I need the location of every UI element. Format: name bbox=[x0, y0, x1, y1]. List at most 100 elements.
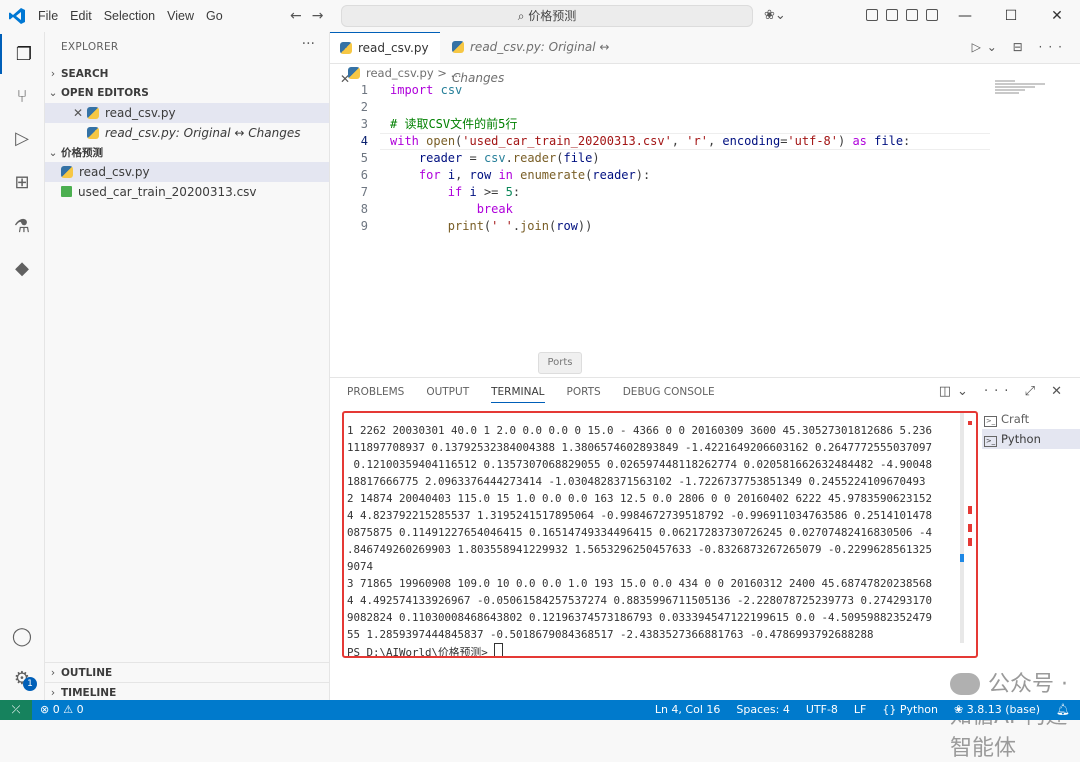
source-control-icon[interactable]: ⑂ bbox=[0, 76, 44, 116]
terminal-item-python[interactable]: >_ Python bbox=[982, 429, 1080, 449]
tab-debug-console[interactable]: DEBUG CONSOLE bbox=[623, 386, 715, 403]
open-editors-header[interactable]: ⌄ OPEN EDITORS bbox=[45, 83, 329, 103]
minimize-button[interactable]: — bbox=[942, 0, 988, 32]
settings-gear-icon[interactable]: ⚙ bbox=[0, 658, 44, 698]
status-left: ⤫ ⊗ 0 ⚠ 0 bbox=[0, 700, 92, 720]
line-number: 4 bbox=[360, 134, 368, 148]
code-line: 1 import csv bbox=[330, 82, 990, 99]
testing-icon[interactable]: ⚗ bbox=[0, 206, 44, 246]
code-line: 3 # 读取CSV文件的前5行 bbox=[330, 116, 990, 133]
chevron-down-icon: ⌄ bbox=[48, 87, 58, 99]
search-section-header[interactable]: › SEARCH bbox=[45, 64, 329, 84]
line-number: 7 bbox=[360, 185, 368, 199]
explorer-icon[interactable]: ❐ bbox=[0, 34, 46, 74]
remote-icon[interactable]: ◆ bbox=[0, 248, 44, 288]
run-debug-icon[interactable]: ▷ bbox=[0, 118, 44, 158]
python-file-icon bbox=[348, 67, 360, 79]
extensions-icon[interactable]: ⊞ bbox=[0, 162, 44, 202]
notifications-bell-icon[interactable]: 🔔︎ bbox=[1056, 700, 1070, 720]
terminal-scrollbar[interactable] bbox=[960, 413, 964, 643]
minimap[interactable] bbox=[995, 80, 1055, 110]
language-mode[interactable]: {} Python bbox=[882, 700, 938, 720]
menu-selection[interactable]: Selection bbox=[98, 9, 161, 23]
folder-header[interactable]: ⌄ 价格预测 bbox=[45, 143, 329, 163]
tab-ports[interactable]: PORTS bbox=[567, 386, 601, 403]
highlight-box bbox=[342, 411, 978, 658]
menu-view[interactable]: View bbox=[161, 9, 200, 23]
tab-diff[interactable]: read_csv.py: Original ↔ Changes bbox=[442, 32, 642, 85]
terminal-item-label: Python bbox=[1001, 432, 1041, 446]
editor-actions[interactable]: ▷⌄ ⊟ ··· bbox=[972, 40, 1068, 54]
outline-header[interactable]: › OUTLINE bbox=[45, 662, 329, 683]
python-interpreter[interactable]: ❀ 3.8.13 (base) bbox=[954, 700, 1040, 720]
code-line: 5 reader = csv.reader(file) bbox=[330, 150, 990, 167]
panel-actions[interactable]: ◫⌄ ··· ⤢ ✕ bbox=[939, 384, 1068, 399]
panel-tabs: PROBLEMS OUTPUT TERMINAL PORTS DEBUG CON… bbox=[347, 386, 715, 403]
code-line: 2 bbox=[330, 99, 990, 116]
tab-read-csv[interactable]: read_csv.py ✕ bbox=[330, 32, 440, 86]
command-center-search[interactable]: ⌕ 价格预测 bbox=[341, 5, 753, 27]
remote-indicator-icon[interactable]: ⤫ bbox=[0, 700, 32, 720]
line-text: import csv bbox=[390, 83, 463, 97]
code-line: 6 for i, row in enumerate(reader): bbox=[330, 167, 990, 184]
info-marker bbox=[960, 554, 964, 562]
menu-go[interactable]: Go bbox=[200, 9, 229, 23]
python-file-icon bbox=[340, 42, 352, 54]
toggle-sidebar-icon[interactable] bbox=[886, 9, 898, 21]
line-ending[interactable]: LF bbox=[854, 700, 866, 720]
indentation[interactable]: Spaces: 4 bbox=[736, 700, 789, 720]
line-text: with open('used_car_train_20200313.csv',… bbox=[390, 134, 911, 148]
open-editor-item[interactable]: ✕ read_csv.py bbox=[45, 103, 329, 123]
menu-bar: File Edit Selection View Go bbox=[32, 0, 229, 32]
encoding[interactable]: UTF-8 bbox=[806, 700, 838, 720]
close-window-button[interactable]: ✕ bbox=[1034, 0, 1080, 32]
close-icon[interactable]: ✕ bbox=[45, 103, 83, 123]
chevron-right-icon: › bbox=[50, 667, 56, 679]
open-editor-label: read_csv.py: Original ↔ Changes bbox=[105, 126, 301, 140]
python-file-icon bbox=[87, 127, 99, 139]
tab-output[interactable]: OUTPUT bbox=[426, 386, 469, 403]
error-marker bbox=[968, 524, 972, 532]
error-marker bbox=[968, 506, 972, 514]
breadcrumb[interactable]: read_csv.py > ... bbox=[348, 66, 462, 80]
layout-toggle-icon[interactable] bbox=[866, 9, 878, 21]
copilot-icon[interactable]: ❀⌄ bbox=[764, 8, 786, 23]
account-icon[interactable]: ◯ bbox=[0, 616, 44, 656]
status-bar: ⤫ ⊗ 0 ⚠ 0 Ln 4, Col 16 Spaces: 4 UTF-8 L… bbox=[0, 700, 1080, 720]
section-label: SEARCH bbox=[61, 68, 109, 80]
line-number: 3 bbox=[360, 117, 368, 131]
terminal-item-craft[interactable]: >_ Craft bbox=[982, 409, 1080, 429]
toggle-panel-icon[interactable] bbox=[906, 9, 918, 21]
window-controls: — ☐ ✕ bbox=[942, 0, 1080, 32]
file-item[interactable]: read_csv.py bbox=[45, 162, 329, 182]
chevron-down-icon: ⌄ bbox=[48, 147, 58, 159]
maximize-button[interactable]: ☐ bbox=[988, 0, 1034, 32]
cursor-position[interactable]: Ln 4, Col 16 bbox=[655, 700, 721, 720]
line-number: 6 bbox=[360, 168, 368, 182]
line-number: 9 bbox=[360, 219, 368, 233]
problems-count[interactable]: ⊗ 0 ⚠ 0 bbox=[32, 700, 92, 720]
file-item[interactable]: used_car_train_20200313.csv bbox=[45, 182, 329, 202]
line-text: break bbox=[476, 202, 513, 216]
file-label: used_car_train_20200313.csv bbox=[78, 185, 257, 199]
editor-tabs: read_csv.py ✕ read_csv.py: Original ↔ Ch… bbox=[330, 32, 1080, 86]
title-bar: File Edit Selection View Go ←→ ⌕ 价格预测 ❀⌄… bbox=[0, 0, 1080, 33]
error-marker bbox=[968, 538, 972, 546]
nav-arrows[interactable]: ←→ bbox=[290, 8, 333, 24]
terminal-list: >_ Craft >_ Python bbox=[982, 409, 1080, 449]
file-label: read_csv.py bbox=[79, 165, 150, 179]
menu-file[interactable]: File bbox=[32, 9, 64, 23]
section-label: TIMELINE bbox=[61, 687, 117, 699]
menu-edit[interactable]: Edit bbox=[64, 9, 98, 23]
tab-label: read_csv.py: Original ↔ Changes bbox=[452, 40, 610, 85]
line-number: 1 bbox=[360, 83, 368, 97]
search-text: 价格预测 bbox=[528, 9, 577, 23]
tab-terminal[interactable]: TERMINAL bbox=[491, 386, 545, 403]
open-editor-item[interactable]: read_csv.py: Original ↔ Changes bbox=[45, 123, 329, 143]
section-label: OUTLINE bbox=[61, 667, 113, 679]
line-number: 2 bbox=[360, 100, 368, 114]
ports-hint: Ports bbox=[538, 352, 582, 374]
toggle-secondary-sidebar-icon[interactable] bbox=[926, 9, 938, 21]
tab-problems[interactable]: PROBLEMS bbox=[347, 386, 404, 403]
more-actions-icon[interactable]: ··· bbox=[302, 36, 315, 52]
